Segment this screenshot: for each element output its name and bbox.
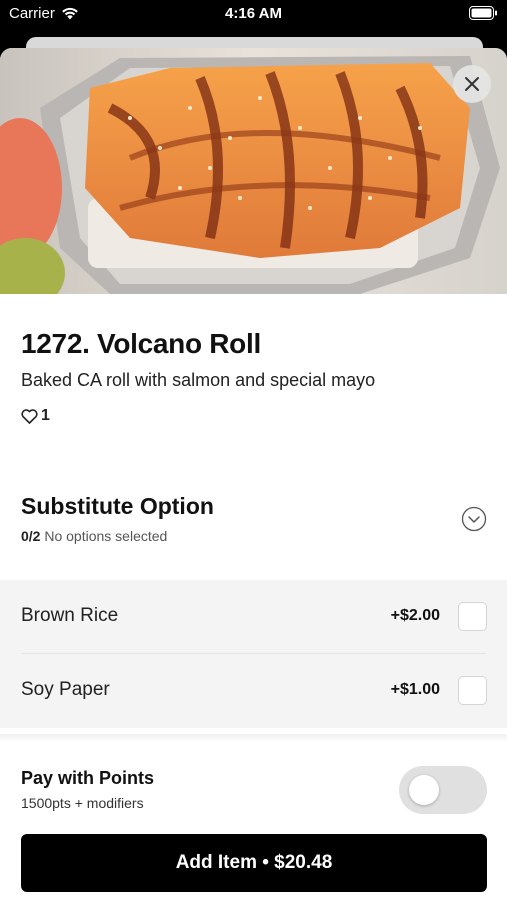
- item-description: Baked CA roll with salmon and special ma…: [21, 370, 376, 390]
- option-price: +$1.00: [390, 681, 440, 698]
- pay-with-points-toggle[interactable]: [399, 766, 487, 814]
- like-count: 1: [41, 407, 50, 424]
- close-button[interactable]: [453, 65, 491, 103]
- option-checkbox[interactable]: [458, 602, 487, 631]
- selection-text: No options selected: [44, 528, 168, 544]
- pay-with-points-title: Pay with Points: [21, 768, 155, 788]
- option-label: Brown Rice: [21, 605, 119, 626]
- substitute-selection-status: 0/2 No options selected: [21, 528, 167, 544]
- status-bar: Carrier 4:16 AM: [0, 0, 507, 28]
- add-item-button[interactable]: Add Item • $20.48: [21, 834, 487, 892]
- option-soy-paper[interactable]: Soy Paper +$1.00: [0, 654, 507, 728]
- option-price: +$2.00: [390, 607, 440, 624]
- pay-with-points-subtitle: 1500pts + modifiers: [21, 795, 144, 811]
- option-brown-rice[interactable]: Brown Rice +$2.00: [0, 580, 507, 654]
- substitute-options-list: Brown Rice +$2.00 Soy Paper +$1.00: [0, 580, 507, 728]
- toggle-knob: [409, 775, 439, 805]
- status-time: 4:16 AM: [225, 5, 282, 22]
- substitute-section-title: Substitute Option: [21, 493, 214, 519]
- item-photo: [0, 48, 507, 294]
- substitute-collapse-toggle[interactable]: [461, 506, 487, 532]
- like-button[interactable]: 1: [21, 407, 50, 425]
- item-detail-sheet: 1272. Volcano Roll Baked CA roll with sa…: [0, 48, 507, 900]
- chevron-down-icon: [461, 506, 487, 532]
- item-title: 1272. Volcano Roll: [21, 328, 261, 359]
- option-label: Soy Paper: [21, 679, 110, 700]
- battery-icon: [469, 6, 498, 24]
- close-icon: [465, 77, 479, 91]
- option-checkbox[interactable]: [458, 676, 487, 705]
- footer-divider: [0, 734, 507, 742]
- selection-count: 0/2: [21, 528, 41, 544]
- heart-icon: [21, 408, 38, 424]
